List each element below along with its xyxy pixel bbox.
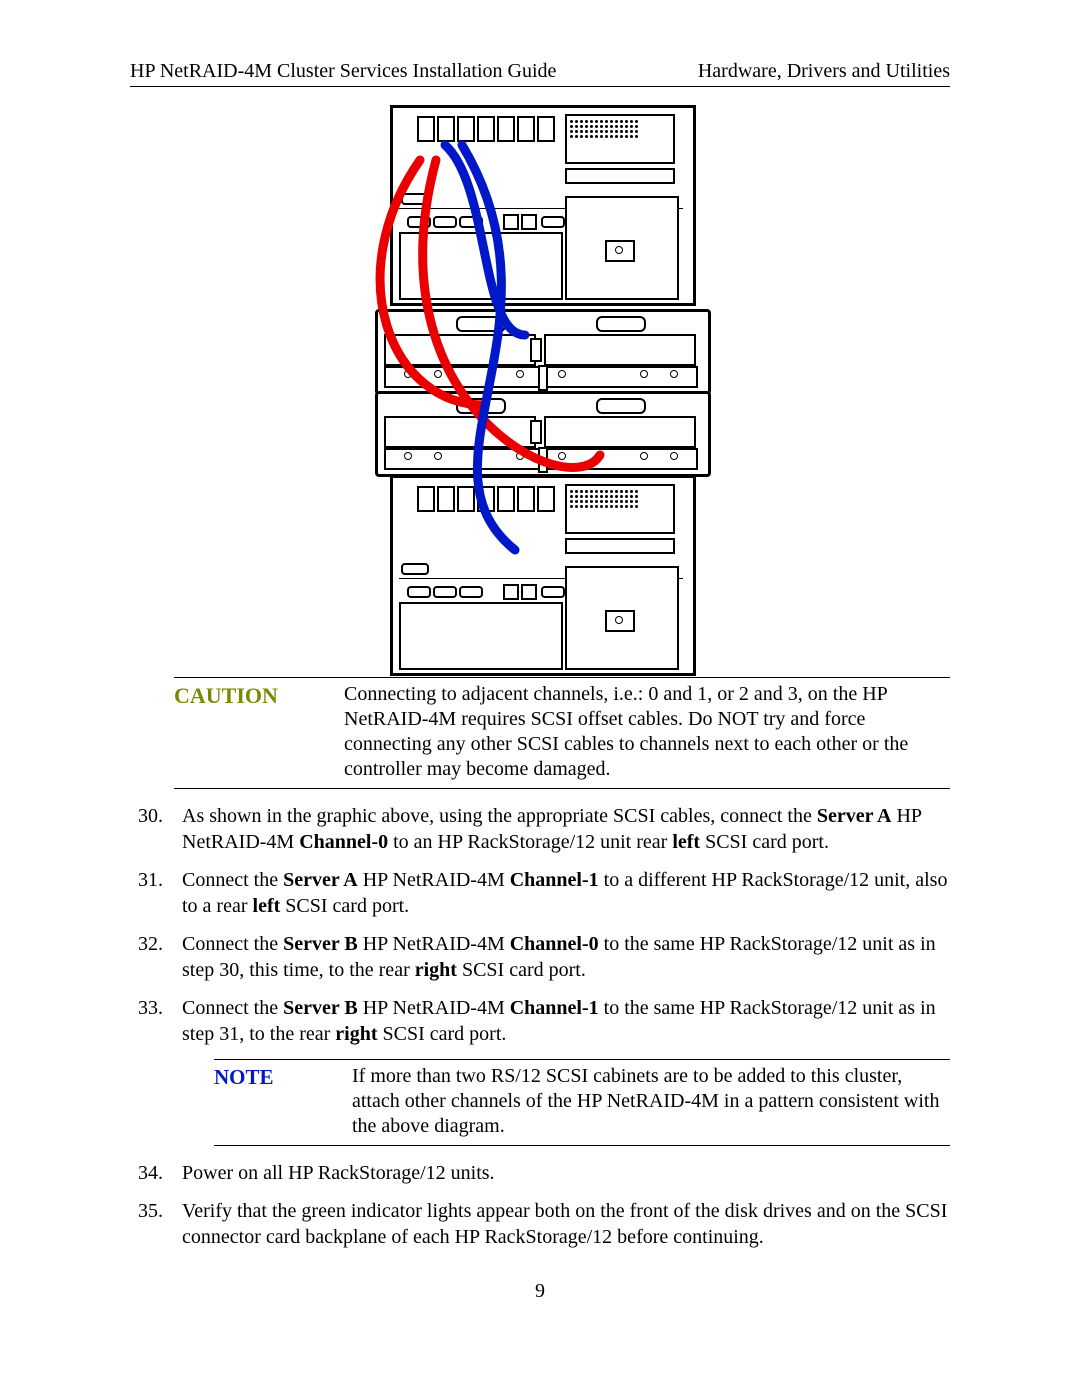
step-text: Connect the Server B HP NetRAID-4M Chann…	[182, 995, 950, 1047]
document-page: HP NetRAID-4M Cluster Services Installat…	[0, 0, 1080, 1343]
caution-block: CAUTION Connecting to adjacent channels,…	[174, 677, 950, 789]
step-number: 34.	[130, 1160, 182, 1186]
step-item: 33.Connect the Server B HP NetRAID-4M Ch…	[130, 995, 950, 1047]
step-text: Connect the Server A HP NetRAID-4M Chann…	[182, 867, 950, 919]
step-item: 30.As shown in the graphic above, using …	[130, 803, 950, 855]
step-text: Connect the Server B HP NetRAID-4M Chann…	[182, 931, 950, 983]
caution-label: CAUTION	[174, 682, 344, 782]
step-number: 35.	[130, 1198, 182, 1250]
page-number: 9	[130, 1280, 950, 1303]
caution-text: Connecting to adjacent channels, i.e.: 0…	[344, 682, 950, 782]
hardware-diagram	[130, 105, 950, 665]
step-text: As shown in the graphic above, using the…	[182, 803, 950, 855]
step-item: 34.Power on all HP RackStorage/12 units.	[130, 1160, 950, 1186]
step-text: Power on all HP RackStorage/12 units.	[182, 1160, 950, 1186]
step-item: 32.Connect the Server B HP NetRAID-4M Ch…	[130, 931, 950, 983]
steps-list-a: 30.As shown in the graphic above, using …	[130, 803, 950, 1047]
steps-list-b: 34.Power on all HP RackStorage/12 units.…	[130, 1160, 950, 1250]
step-text: Verify that the green indicator lights a…	[182, 1198, 950, 1250]
note-text: If more than two RS/12 SCSI cabinets are…	[352, 1064, 950, 1139]
header-right: Hardware, Drivers and Utilities	[698, 60, 950, 83]
page-header: HP NetRAID-4M Cluster Services Installat…	[130, 60, 950, 87]
step-number: 32.	[130, 931, 182, 983]
step-number: 33.	[130, 995, 182, 1047]
step-item: 31.Connect the Server A HP NetRAID-4M Ch…	[130, 867, 950, 919]
note-label: NOTE	[214, 1064, 352, 1139]
step-item: 35.Verify that the green indicator light…	[130, 1198, 950, 1250]
header-left: HP NetRAID-4M Cluster Services Installat…	[130, 60, 556, 83]
step-number: 31.	[130, 867, 182, 919]
note-block: NOTE If more than two RS/12 SCSI cabinet…	[214, 1059, 950, 1146]
step-number: 30.	[130, 803, 182, 855]
